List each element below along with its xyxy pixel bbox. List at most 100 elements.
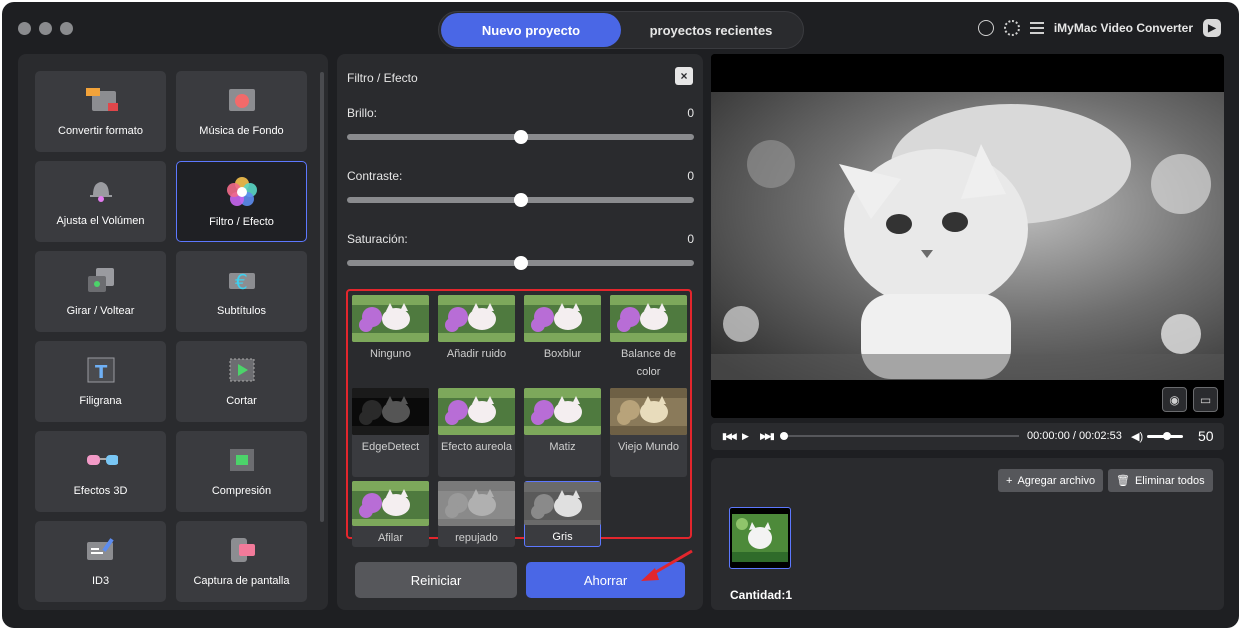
effect-label: Afilar <box>377 532 404 544</box>
close-window-dot[interactable] <box>18 22 31 35</box>
add-file-button[interactable]: + Agregar archivo <box>998 469 1104 492</box>
project-tabs: Nuevo proyecto proyectos recientes <box>438 11 804 49</box>
red-arrow-annotation <box>641 549 693 581</box>
volume-icon[interactable]: ◀) <box>1131 430 1143 443</box>
brightness-slider[interactable] <box>347 130 694 144</box>
effect-thumbnail <box>438 388 515 435</box>
tool-background-music[interactable]: Música de Fondo <box>176 71 307 152</box>
minimize-window-dot[interactable] <box>39 22 52 35</box>
contrast-slider[interactable] <box>347 193 694 207</box>
tool-crop[interactable]: Cortar <box>176 341 307 422</box>
file-panel: + Agregar archivo 🗑 Eliminar todos Canti… <box>711 458 1224 610</box>
plus-icon: + <box>1006 474 1013 487</box>
tool-subtitles[interactable]: € Subtítulos <box>176 251 307 332</box>
tab-new-project[interactable]: Nuevo proyecto <box>441 13 621 47</box>
tool-label: Ajusta el Volúmen <box>56 215 145 227</box>
tool-volume-bell[interactable]: Ajusta el Volúmen <box>35 161 166 242</box>
player-controls: ▮◀◀ ▶ ▶▶▮ 00:00:00 / 00:02:53 ◀) 50 <box>711 423 1224 450</box>
tool-screen-capture[interactable]: Captura de pantalla <box>176 521 307 602</box>
effect-thumbnail <box>524 295 601 342</box>
maximize-window-dot[interactable] <box>60 22 73 35</box>
effect-thumbnail <box>524 388 601 435</box>
app-name: iMyMac Video Converter <box>1053 21 1193 35</box>
effect-label: EdgeDetect <box>361 441 420 453</box>
tool-label: Efectos 3D <box>73 485 128 497</box>
effect-thumbnail <box>352 388 429 435</box>
effect-label: Gris <box>552 531 573 543</box>
remove-all-button[interactable]: 🗑 Eliminar todos <box>1108 469 1213 492</box>
video-file-thumbnail[interactable] <box>729 507 791 569</box>
app-window: Nuevo proyecto proyectos recientes iMyMa… <box>2 2 1239 628</box>
background-music-icon <box>225 85 259 115</box>
remove-all-label: Eliminar todos <box>1134 474 1205 487</box>
tool-3d-glasses[interactable]: Efectos 3D <box>35 431 166 512</box>
effect-label: Efecto aureola <box>441 441 512 453</box>
effect-item[interactable]: Añadir ruido <box>438 295 515 384</box>
convert-format-icon <box>84 85 118 115</box>
tool-label: Convertir formato <box>58 125 143 137</box>
effect-thumbnail <box>610 388 687 435</box>
contrast-label: Contraste: <box>347 169 403 183</box>
trash-icon: 🗑 <box>1116 475 1130 487</box>
volume-knob[interactable] <box>1163 432 1171 440</box>
tool-watermark[interactable]: T Filigrana <box>35 341 166 422</box>
effect-item[interactable]: Afilar <box>352 481 429 547</box>
effect-item[interactable]: Gris <box>524 481 601 547</box>
preview-image <box>711 54 1224 418</box>
saturation-slider[interactable] <box>347 256 694 270</box>
tool-convert-format[interactable]: Convertir formato <box>35 71 166 152</box>
saturation-label: Saturación: <box>347 232 408 246</box>
svg-text:€: € <box>235 270 248 294</box>
effect-item[interactable]: Matiz <box>524 388 601 477</box>
tab-recent-projects[interactable]: proyectos recientes <box>621 13 801 47</box>
volume-bell-icon <box>84 175 118 205</box>
effect-thumbnail <box>610 295 687 342</box>
effect-item[interactable]: Ninguno <box>352 295 429 384</box>
tool-label: ID3 <box>91 575 110 587</box>
tools-scrollbar[interactable] <box>320 72 324 522</box>
menu-icon[interactable] <box>1029 22 1044 34</box>
effect-item[interactable]: Efecto aureola <box>438 388 515 477</box>
skip-forward-icon[interactable]: ▶▶▮ <box>760 431 775 442</box>
brightness-value: 0 <box>687 106 694 120</box>
effect-thumbnail <box>352 481 429 526</box>
fullscreen-icon[interactable]: ▭ <box>1193 387 1218 412</box>
svg-text:T: T <box>95 362 108 383</box>
seek-knob[interactable] <box>780 432 788 440</box>
tool-rotate-flip[interactable]: Girar / Voltear <box>35 251 166 332</box>
effect-thumbnail <box>352 295 429 342</box>
screen-capture-icon <box>225 535 259 565</box>
close-icon[interactable]: × <box>675 67 693 85</box>
reset-button[interactable]: Reiniciar <box>355 562 517 598</box>
skip-back-icon[interactable]: ▮◀◀ <box>722 431 737 442</box>
effect-item[interactable]: repujado <box>438 481 515 547</box>
gear-icon[interactable] <box>1003 20 1020 36</box>
user-icon[interactable] <box>977 20 994 36</box>
brightness-label: Brillo: <box>347 106 378 120</box>
effect-item[interactable]: Boxblur <box>524 295 601 384</box>
brightness-slider-block: Brillo: 0 <box>347 106 694 144</box>
app-logo-icon: ▶ <box>1203 19 1221 37</box>
tool-label: Subtítulos <box>217 305 266 317</box>
tool-id3-tag[interactable]: ID3 <box>35 521 166 602</box>
effect-thumbnail <box>438 481 515 526</box>
play-icon[interactable]: ▶ <box>742 431 749 442</box>
tool-compress[interactable]: Compresión <box>176 431 307 512</box>
effect-item[interactable]: Viejo Mundo <box>610 388 687 477</box>
tools-grid: Convertir formato Música de Fondo Ajusta e… <box>35 71 307 602</box>
id3-tag-icon <box>84 535 118 565</box>
tool-label: Girar / Voltear <box>66 305 135 317</box>
effect-label: Balance de color <box>620 348 677 378</box>
effect-item[interactable]: Balance de color <box>610 295 687 384</box>
snapshot-camera-icon[interactable]: ◉ <box>1162 387 1187 412</box>
seek-bar[interactable] <box>785 435 1019 437</box>
contrast-slider-block: Contraste: 0 <box>347 169 694 207</box>
effect-item[interactable]: EdgeDetect <box>352 388 429 477</box>
tool-filter-effect[interactable]: Filtro / Efecto <box>176 161 307 242</box>
saturation-slider-block: Saturación: 0 <box>347 232 694 270</box>
brightness-knob[interactable] <box>513 130 528 144</box>
saturation-knob[interactable] <box>513 256 528 270</box>
contrast-knob[interactable] <box>513 193 528 207</box>
tool-label: Captura de pantalla <box>193 575 290 587</box>
tool-label: Filigrana <box>79 395 122 407</box>
